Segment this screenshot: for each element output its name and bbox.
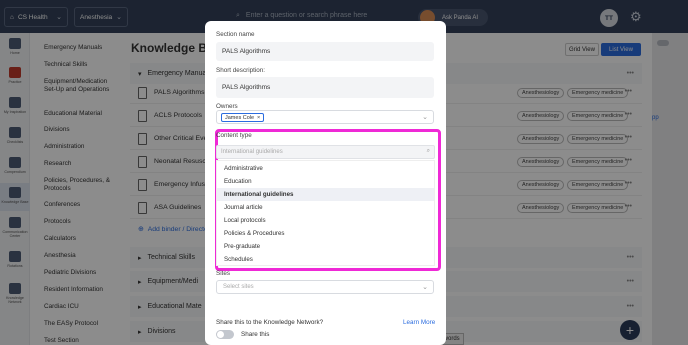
chevron-down-icon[interactable]: ⌄ bbox=[422, 113, 428, 121]
content-type-search[interactable]: International guidelines ⌕ bbox=[216, 145, 435, 159]
option-item-selected[interactable]: International guidelines bbox=[217, 188, 434, 201]
close-icon[interactable]: × bbox=[257, 115, 260, 121]
share-question: Share this to the Knowledge Network? bbox=[216, 319, 324, 326]
chevron-down-icon: ⌄ bbox=[422, 284, 428, 291]
search-icon: ⌕ bbox=[426, 148, 430, 154]
content-type-label: Content type bbox=[216, 132, 252, 139]
option-item[interactable]: Administrative bbox=[217, 162, 434, 175]
option-item[interactable]: Education bbox=[217, 175, 434, 188]
section-name-label: Section name bbox=[216, 31, 255, 38]
share-toggle-label: Share this bbox=[241, 331, 270, 338]
owner-chip-label: James Cole bbox=[225, 114, 255, 121]
short-description-label: Short description: bbox=[216, 67, 266, 74]
sites-placeholder: Select sites bbox=[223, 284, 254, 290]
option-item[interactable]: Schedules bbox=[217, 253, 434, 266]
section-name-field[interactable]: PALS Algorithms bbox=[216, 42, 434, 61]
content-type-search-placeholder: International guidelines bbox=[221, 149, 283, 155]
edit-section-modal: Section name PALS Algorithms Short descr… bbox=[205, 21, 446, 345]
option-item[interactable]: Policies & Procedures bbox=[217, 227, 434, 240]
learn-more-link[interactable]: Learn More bbox=[403, 319, 435, 326]
content-type-options: Administrative Education International g… bbox=[216, 160, 435, 266]
owners-field[interactable]: James Cole × ⌄ bbox=[216, 110, 434, 124]
share-toggle[interactable] bbox=[216, 330, 234, 339]
option-item[interactable]: Pre-graduate bbox=[217, 240, 434, 253]
option-item[interactable]: Journal article bbox=[217, 201, 434, 214]
owners-label: Owners bbox=[216, 103, 238, 110]
sites-select[interactable]: Select sites ⌄ bbox=[216, 280, 434, 294]
sites-label: Sites bbox=[216, 270, 230, 277]
owner-chip: James Cole × bbox=[221, 113, 265, 122]
option-item[interactable]: Local protocols bbox=[217, 214, 434, 227]
short-description-field[interactable]: PALS Algorithms bbox=[216, 77, 434, 98]
